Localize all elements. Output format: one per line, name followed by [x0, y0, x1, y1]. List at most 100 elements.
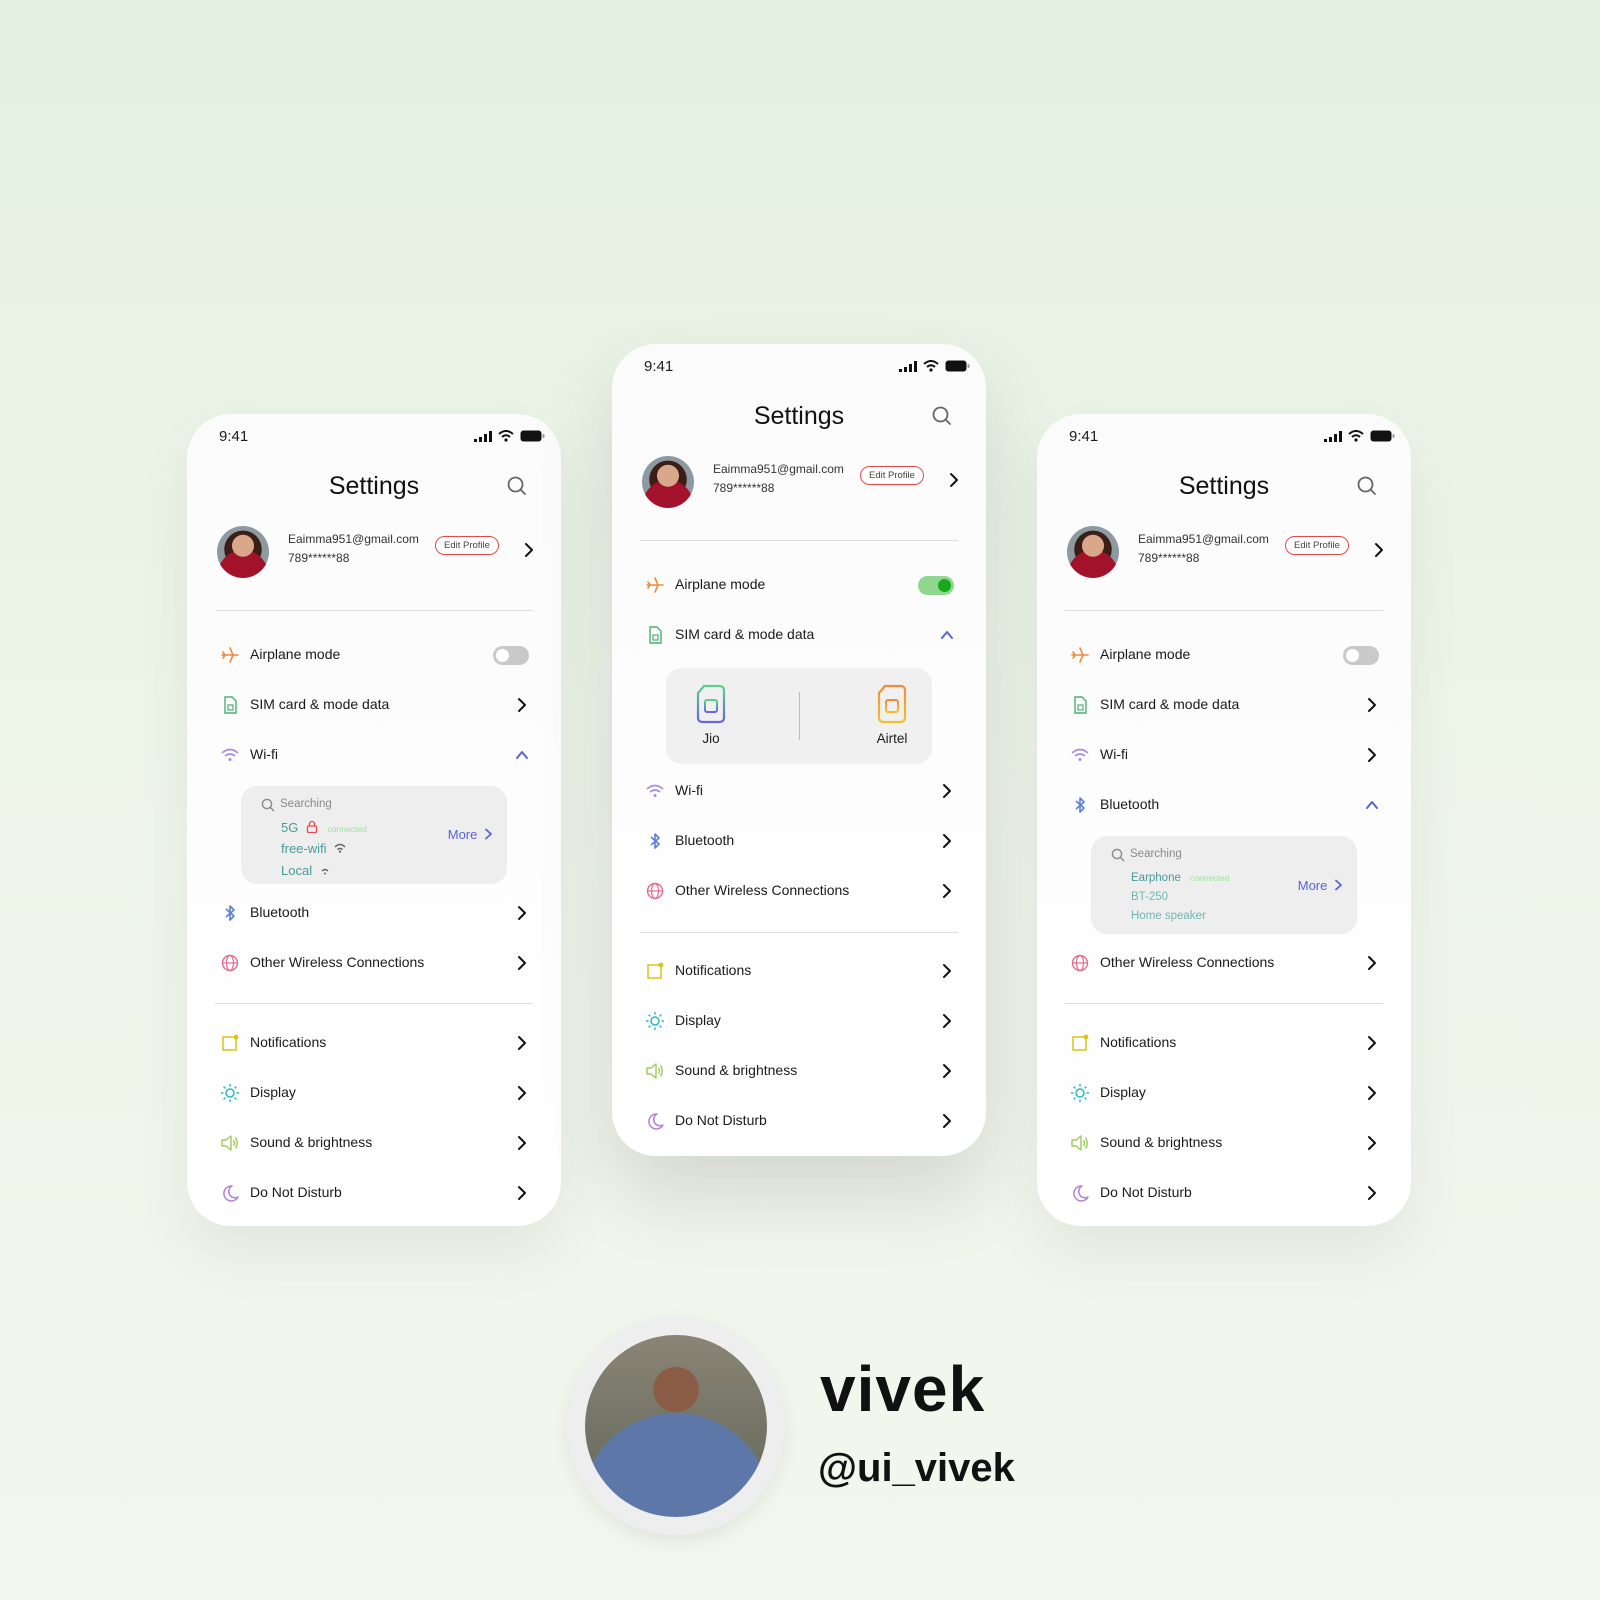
row-bluetooth[interactable]: Bluetooth — [645, 826, 954, 856]
row-display[interactable]: Display — [645, 1006, 954, 1036]
more-button[interactable]: More — [448, 827, 493, 842]
chevron-right-icon[interactable] — [940, 963, 954, 979]
row-display[interactable]: Display — [1070, 1078, 1379, 1108]
search-icon[interactable] — [261, 798, 275, 812]
row-airplane-mode[interactable]: Airplane mode — [645, 570, 954, 600]
device-item[interactable]: BT-250 — [1131, 891, 1168, 903]
row-sim-card[interactable]: SIM card & mode data — [645, 620, 954, 650]
chevron-right-icon[interactable] — [515, 1035, 529, 1051]
row-notifications[interactable]: Notifications — [645, 956, 954, 986]
chevron-right-icon[interactable] — [940, 1063, 954, 1079]
chevron-right-icon[interactable] — [948, 472, 960, 488]
chevron-right-icon[interactable] — [523, 542, 535, 558]
chevron-right-icon[interactable] — [940, 833, 954, 849]
network-item[interactable]: free-wifi — [281, 841, 346, 856]
profile-card[interactable]: Eaimma951@gmail.com 789******88 Edit Pro… — [642, 456, 960, 512]
sun-icon — [1071, 1084, 1089, 1102]
chevron-right-icon[interactable] — [515, 1135, 529, 1151]
row-notifications[interactable]: Notifications — [1070, 1028, 1379, 1058]
edit-profile-button[interactable]: Edit Profile — [860, 466, 924, 485]
chevron-right-icon[interactable] — [940, 1113, 954, 1129]
status-bar: 9:41 — [219, 428, 545, 448]
row-label: Notifications — [1100, 1034, 1177, 1050]
profile-phone: 789******88 — [1138, 551, 1200, 565]
profile-card[interactable]: Eaimma951@gmail.com 789******88 Edit Pro… — [217, 526, 535, 582]
row-other-wireless[interactable]: Other Wireless Connections — [1070, 948, 1379, 978]
chevron-right-icon[interactable] — [1373, 542, 1385, 558]
globe-icon — [1071, 954, 1089, 972]
chevron-up-icon[interactable] — [515, 747, 529, 763]
row-wifi[interactable]: Wi-fi — [645, 776, 954, 806]
row-bluetooth[interactable]: Bluetooth — [220, 898, 529, 928]
chevron-right-icon[interactable] — [1365, 1185, 1379, 1201]
network-item[interactable]: Local — [281, 863, 330, 878]
search-icon[interactable] — [930, 404, 954, 428]
airplane-icon — [1071, 647, 1089, 663]
edit-profile-button[interactable]: Edit Profile — [1285, 536, 1349, 555]
network-item[interactable]: 5G connected — [281, 820, 367, 835]
notification-icon — [647, 962, 664, 979]
row-label: Do Not Disturb — [250, 1184, 342, 1200]
sim-selector: Jio Airtel — [666, 668, 932, 764]
chevron-right-icon[interactable] — [515, 697, 529, 713]
divider — [640, 932, 958, 933]
chevron-up-icon[interactable] — [1365, 797, 1379, 813]
row-sim-card[interactable]: SIM card & mode data — [220, 690, 529, 720]
chevron-right-icon[interactable] — [940, 883, 954, 899]
row-sound[interactable]: Sound & brightness — [1070, 1128, 1379, 1158]
chevron-up-icon[interactable] — [940, 627, 954, 643]
profile-email: Eaimma951@gmail.com — [713, 462, 844, 476]
chevron-right-icon[interactable] — [1365, 1035, 1379, 1051]
chevron-right-icon[interactable] — [515, 1185, 529, 1201]
device-item[interactable]: Home speaker — [1131, 910, 1206, 922]
sun-icon — [221, 1084, 239, 1102]
row-sound[interactable]: Sound & brightness — [220, 1128, 529, 1158]
more-button[interactable]: More — [1298, 878, 1343, 893]
row-label: Airplane mode — [1100, 646, 1191, 662]
battery-icon — [1370, 430, 1395, 442]
chevron-right-icon[interactable] — [1365, 747, 1379, 763]
row-sim-card[interactable]: SIM card & mode data — [1070, 690, 1379, 720]
chevron-right-icon[interactable] — [1365, 1085, 1379, 1101]
chevron-right-icon[interactable] — [515, 905, 529, 921]
edit-profile-button[interactable]: Edit Profile — [435, 536, 499, 555]
row-wifi[interactable]: Wi-fi — [1070, 740, 1379, 770]
search-icon[interactable] — [1111, 848, 1125, 862]
search-icon[interactable] — [1355, 474, 1379, 498]
chevron-right-icon[interactable] — [940, 783, 954, 799]
notification-icon — [222, 1034, 239, 1051]
row-bluetooth[interactable]: Bluetooth — [1070, 790, 1379, 820]
row-notifications[interactable]: Notifications — [220, 1028, 529, 1058]
chevron-right-icon[interactable] — [1365, 955, 1379, 971]
sim-option-jio[interactable]: Jio — [696, 684, 726, 746]
device-item[interactable]: Earphone connected — [1131, 872, 1229, 884]
row-dnd[interactable]: Do Not Disturb — [1070, 1178, 1379, 1208]
author-photo — [585, 1335, 767, 1517]
search-icon[interactable] — [505, 474, 529, 498]
row-wifi[interactable]: Wi-fi — [220, 740, 529, 770]
airplane-icon — [221, 647, 239, 663]
row-other-wireless[interactable]: Other Wireless Connections — [645, 876, 954, 906]
chevron-right-icon[interactable] — [1365, 697, 1379, 713]
airplane-toggle[interactable] — [493, 646, 529, 665]
chevron-right-icon[interactable] — [1365, 1135, 1379, 1151]
row-display[interactable]: Display — [220, 1078, 529, 1108]
battery-icon — [520, 430, 545, 442]
profile-card[interactable]: Eaimma951@gmail.com 789******88 Edit Pro… — [1067, 526, 1385, 582]
row-dnd[interactable]: Do Not Disturb — [220, 1178, 529, 1208]
sim-label: Jio — [702, 731, 720, 746]
wifi-icon — [1071, 748, 1089, 761]
row-other-wireless[interactable]: Other Wireless Connections — [220, 948, 529, 978]
row-airplane-mode[interactable]: Airplane mode — [220, 640, 529, 670]
chevron-right-icon[interactable] — [515, 955, 529, 971]
sim-option-airtel[interactable]: Airtel — [874, 684, 910, 746]
airplane-toggle[interactable] — [1343, 646, 1379, 665]
row-airplane-mode[interactable]: Airplane mode — [1070, 640, 1379, 670]
row-sound[interactable]: Sound & brightness — [645, 1056, 954, 1086]
row-dnd[interactable]: Do Not Disturb — [645, 1106, 954, 1136]
airplane-toggle[interactable] — [918, 576, 954, 595]
chevron-right-icon[interactable] — [940, 1013, 954, 1029]
row-label: Other Wireless Connections — [675, 882, 850, 898]
chevron-right-icon[interactable] — [515, 1085, 529, 1101]
row-label: Other Wireless Connections — [1100, 954, 1275, 970]
